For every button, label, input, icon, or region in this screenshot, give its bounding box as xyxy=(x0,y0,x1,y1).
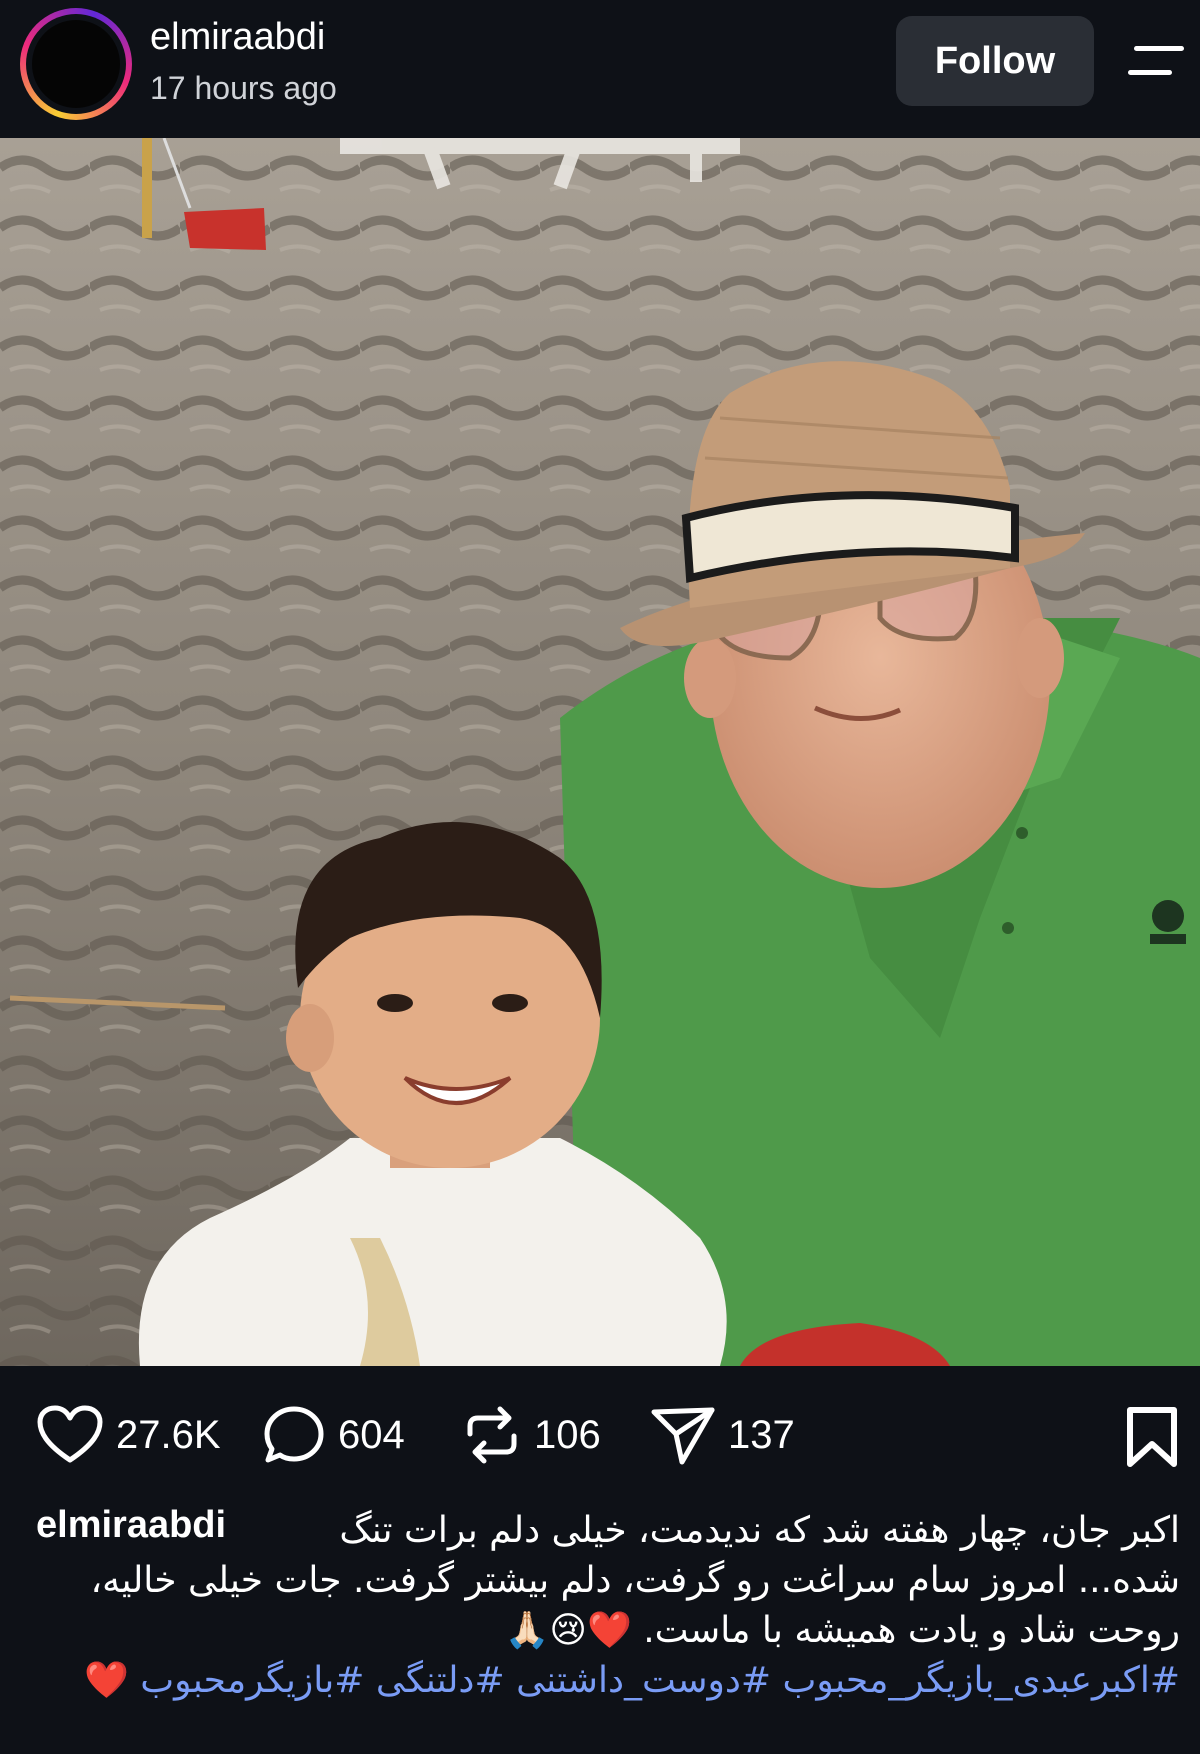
bookmark-action[interactable] xyxy=(1124,1406,1180,1473)
post-photo[interactable] xyxy=(0,138,1200,1366)
heart-icon[interactable] xyxy=(36,1404,104,1466)
repost-action[interactable]: 106 xyxy=(462,1404,601,1466)
caption-username[interactable]: elmiraabdi xyxy=(36,1500,226,1550)
caption-hashtags[interactable]: #اکبرعبدی_بازیگر_محبوب #دوست_داشتنی #دلت… xyxy=(84,1656,1180,1706)
action-bar: 27.6K 604 106 137 xyxy=(0,1366,1200,1496)
reposts-count: 106 xyxy=(534,1412,601,1457)
repost-icon[interactable] xyxy=(462,1404,522,1466)
share-icon[interactable] xyxy=(650,1404,716,1466)
comments-count: 604 xyxy=(338,1412,405,1457)
caption-line-1: اکبر جان، چهار هفته شد که ندیدمت، خیلی د… xyxy=(339,1510,1180,1551)
menu-icon[interactable] xyxy=(1128,44,1186,80)
share-action[interactable]: 137 xyxy=(650,1404,795,1466)
hashtags-text[interactable]: #اکبرعبدی_بازیگر_محبوب #دوست_داشتنی #دلت… xyxy=(140,1660,1180,1701)
caption-line-3-text: روحت شاد و یادت همیشه با ماست. xyxy=(643,1610,1180,1651)
caption-emojis: ❤️😢🙏🏻 xyxy=(504,1610,632,1651)
follow-button[interactable]: Follow xyxy=(896,16,1094,106)
caption-line-3: روحت شاد و یادت همیشه با ماست. ❤️😢🙏🏻 xyxy=(505,1606,1180,1656)
hashtags-heart-emoji: ❤️ xyxy=(83,1660,129,1701)
shares-count: 137 xyxy=(728,1412,795,1457)
comment-action[interactable]: 604 xyxy=(262,1404,405,1466)
avatar-image xyxy=(32,20,120,108)
like-action[interactable]: 27.6K xyxy=(36,1404,221,1466)
post-timestamp: 17 hours ago xyxy=(150,70,337,106)
avatar[interactable] xyxy=(20,8,132,120)
likes-count: 27.6K xyxy=(116,1412,221,1457)
caption-line-2: شده... امروز سام سراغت رو گرفت، دلم بیشت… xyxy=(90,1560,1180,1601)
bookmark-icon[interactable] xyxy=(1124,1406,1180,1468)
comment-icon[interactable] xyxy=(262,1404,326,1466)
post-username[interactable]: elmiraabdi xyxy=(150,16,325,59)
post-header: elmiraabdi 17 hours ago Follow xyxy=(0,0,1200,138)
shirt-logo xyxy=(1150,900,1186,944)
